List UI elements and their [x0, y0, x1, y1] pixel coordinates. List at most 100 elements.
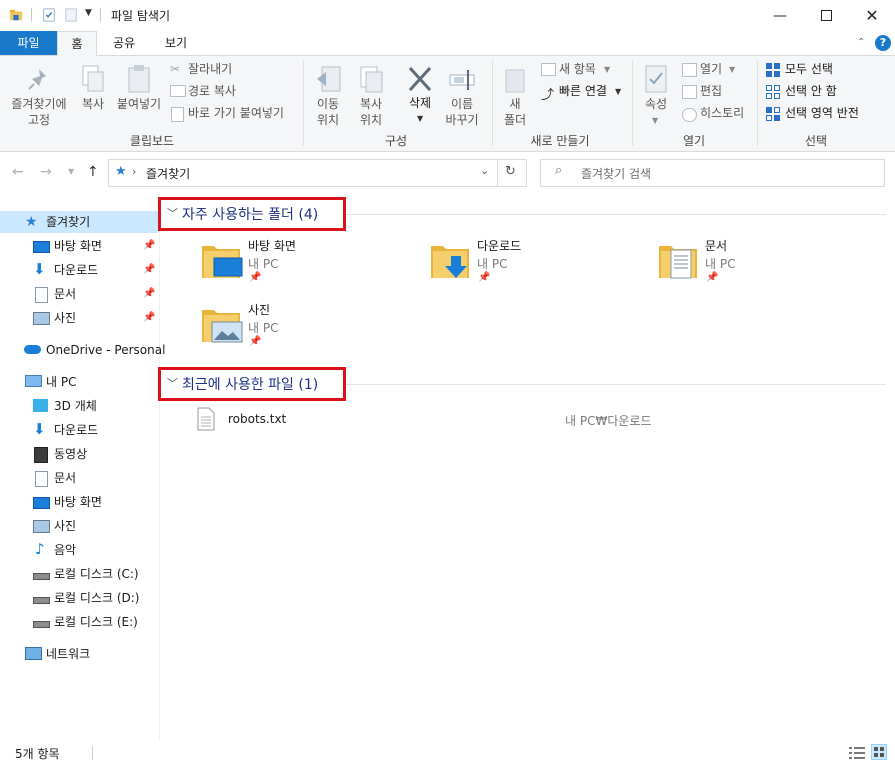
item-count: 5개 항목: [15, 747, 60, 761]
network-icon: [25, 647, 42, 660]
nav-item-pictures[interactable]: 사진 📌: [0, 307, 158, 329]
properties-dropdown-icon[interactable]: ▼: [652, 116, 658, 125]
window-title: 파일 탐색기: [111, 9, 171, 23]
open-button[interactable]: 열기: [700, 61, 722, 77]
nav-item-pc-documents[interactable]: 문서: [0, 467, 158, 489]
pin-quick-access-label: 즐겨찾기에 고정: [11, 97, 67, 127]
rename-icon[interactable]: [448, 64, 478, 94]
pin-icon[interactable]: 📌: [143, 259, 155, 281]
easy-access-button[interactable]: 빠른 연결: [559, 83, 607, 99]
forward-arrow-icon[interactable]: →: [40, 164, 52, 180]
title-bar: ▼ 파일 탐색기 — ✕: [0, 0, 895, 31]
maximize-button[interactable]: [803, 0, 849, 31]
pictures-folder-icon: [202, 310, 243, 343]
tab-file[interactable]: 파일: [0, 31, 57, 55]
recent-files-header[interactable]: ﹀ 최근에 사용한 파일 (1): [158, 367, 346, 401]
history-button[interactable]: 히스토리: [700, 105, 744, 121]
tab-share[interactable]: 공유: [100, 31, 148, 55]
nav-item-disk-d[interactable]: 로컬 디스크 (D:): [0, 587, 158, 609]
nav-item-quick-access[interactable]: ★ 즐겨찾기: [0, 211, 158, 233]
select-none-button[interactable]: 선택 안 함: [785, 83, 837, 99]
desktop-icon: [33, 241, 50, 253]
copy-icon[interactable]: [80, 64, 106, 94]
up-arrow-icon[interactable]: ↑: [87, 164, 99, 180]
minimize-button[interactable]: —: [757, 0, 803, 31]
nav-item-3d-objects[interactable]: 3D 개체: [0, 395, 158, 417]
tab-home[interactable]: 홈: [57, 31, 97, 57]
delete-dropdown-icon[interactable]: ▼: [417, 114, 423, 123]
cut-icon: ✂: [170, 62, 181, 76]
new-item-dropdown-icon[interactable]: ▼: [604, 65, 610, 74]
easy-access-icon: ⤴: [541, 88, 555, 103]
open-icon: [682, 63, 697, 77]
pin-icon[interactable]: 📌: [143, 283, 155, 305]
nav-item-downloads[interactable]: ⬇ 다운로드 📌: [0, 259, 158, 281]
nav-item-pc-desktop[interactable]: 바탕 화면: [0, 491, 158, 513]
nav-item-onedrive[interactable]: OneDrive - Personal: [0, 339, 165, 361]
nav-item-this-pc[interactable]: 내 PC: [0, 371, 158, 393]
copy-path-button[interactable]: 경로 복사: [188, 83, 236, 99]
nav-item-pc-pictures[interactable]: 사진: [0, 515, 158, 537]
large-icons-view-button[interactable]: [871, 744, 887, 760]
properties-icon[interactable]: [642, 64, 670, 94]
pin-icon: [28, 69, 46, 90]
breadcrumb-separator-icon[interactable]: ›: [132, 165, 136, 178]
open-dropdown-icon[interactable]: ▼: [729, 65, 735, 74]
pin-icon: 📌: [249, 336, 262, 347]
edit-button[interactable]: 편집: [700, 83, 722, 99]
pin-icon[interactable]: 📌: [143, 307, 155, 329]
nav-item-music[interactable]: ♪ 음악: [0, 539, 158, 561]
downloads-folder-icon: [431, 246, 469, 278]
cube-icon: [33, 399, 48, 412]
search-input[interactable]: ⌕ 즐겨찾기 검색: [540, 159, 885, 187]
download-arrow-icon: ⬇: [33, 420, 46, 438]
delete-icon[interactable]: [406, 64, 434, 94]
new-folder-quick-icon[interactable]: [64, 8, 78, 22]
new-item-icon: [541, 63, 556, 76]
nav-item-disk-e[interactable]: 로컬 디스크 (E:): [0, 611, 158, 633]
easy-access-dropdown-icon[interactable]: ▼: [615, 87, 621, 96]
paste-shortcut-button[interactable]: 바로 가기 붙여넣기: [188, 105, 284, 121]
address-path[interactable]: 즐겨찾기: [146, 165, 190, 182]
collapse-ribbon-icon[interactable]: ⌃: [857, 37, 865, 48]
recent-locations-icon[interactable]: ▼: [68, 167, 74, 176]
back-arrow-icon[interactable]: ←: [12, 164, 24, 180]
help-icon[interactable]: ?: [875, 35, 891, 51]
address-bar[interactable]: ★ › 즐겨찾기 ⌄: [108, 159, 498, 187]
new-folder-label: 새 폴더: [503, 97, 527, 127]
document-icon: [35, 287, 48, 303]
properties-quick-icon[interactable]: [42, 8, 56, 22]
nav-item-network[interactable]: 네트워크: [0, 643, 158, 665]
minimize-icon: —: [773, 7, 787, 24]
pictures-icon: [33, 520, 50, 533]
nav-item-videos[interactable]: 동영상: [0, 443, 158, 465]
nav-item-pc-downloads[interactable]: ⬇ 다운로드: [0, 419, 158, 441]
move-to-icon[interactable]: [314, 64, 344, 94]
nav-item-disk-c[interactable]: 로컬 디스크 (C:): [0, 563, 158, 585]
new-folder-icon[interactable]: [502, 64, 528, 94]
copy-to-icon[interactable]: [356, 64, 386, 94]
new-item-button[interactable]: 새 항목: [559, 61, 596, 77]
file-explorer-icon: [9, 9, 23, 21]
download-arrow-icon: ⬇: [33, 260, 46, 278]
navigation-pane: ★ 즐겨찾기 바탕 화면 📌 ⬇ 다운로드 📌 문서 📌 사진 📌 OneDri…: [0, 205, 165, 740]
select-all-button[interactable]: 모두 선택: [785, 61, 833, 77]
cut-button[interactable]: 잘라내기: [188, 61, 232, 77]
refresh-button[interactable]: ↻: [497, 159, 527, 187]
recent-file-name: robots.txt: [228, 412, 287, 426]
nav-item-documents[interactable]: 문서 📌: [0, 283, 158, 305]
paste-icon[interactable]: [126, 64, 152, 94]
qa-dropdown-icon[interactable]: ▼: [85, 8, 92, 18]
address-dropdown-icon[interactable]: ⌄: [480, 164, 489, 177]
nav-item-desktop[interactable]: 바탕 화면 📌: [0, 235, 158, 257]
invert-selection-button[interactable]: 선택 영역 반전: [785, 105, 859, 121]
pin-icon[interactable]: 📌: [143, 235, 155, 257]
tab-view[interactable]: 보기: [152, 31, 200, 55]
paste-label: 붙여넣기: [116, 97, 162, 111]
close-button[interactable]: ✕: [849, 0, 895, 31]
details-view-icon[interactable]: [849, 746, 865, 760]
frequent-folders-header[interactable]: ﹀ 자주 사용하는 폴더 (4): [158, 197, 346, 231]
organize-group-label: 구성: [384, 134, 408, 148]
maximize-icon: [820, 10, 832, 21]
edit-icon: [682, 85, 697, 99]
